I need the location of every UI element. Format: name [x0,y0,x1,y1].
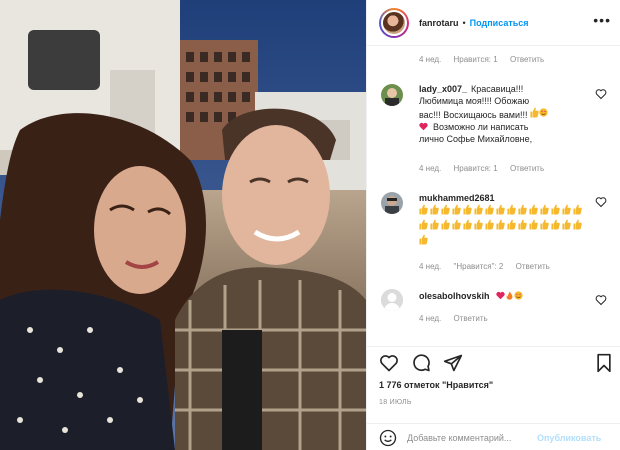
separator-dot: • [462,17,466,28]
red-heart-emoji-icon [496,291,505,300]
reply-button[interactable]: Ответить [510,55,544,64]
comment-meta: 4 нед. Нравится: 1 Ответить [419,164,554,173]
comment-likes[interactable]: "Нравится": 2 [454,262,504,271]
heart-icon[interactable] [379,353,399,373]
thumbs-up-emoji-icon [419,204,428,215]
red-heart-emoji-icon [419,122,428,131]
add-comment-bar: Опубликовать [367,423,620,450]
comment-username[interactable]: lady_x007_ [419,84,467,94]
thumbs-up-emoji-icon [496,219,505,230]
comment-time: 4 нед. [419,55,442,64]
thumbs-up-emoji-icon [562,219,571,230]
thumbs-up-emoji-icon [430,204,439,215]
comment-meta: 4 нед. Нравится: 1 Ответить [419,55,554,64]
thumbs-up-emoji-icon [474,204,483,215]
comment-likes[interactable]: Нравится: 1 [454,164,498,173]
comment-meta: 4 нед. "Нравится": 2 Ответить [419,262,560,271]
like-comment-heart-icon[interactable] [595,196,607,208]
post-header: fanrotaru • Подписаться ••• [367,0,620,46]
likes-count[interactable]: 1 776 отметок "Нравится" [379,380,493,390]
thumbs-up-emoji-icon [441,204,450,215]
thumbs-up-emoji-icon [551,219,560,230]
post-date: 18 ИЮЛЬ [379,399,412,406]
comment-text: lady_x007_ Красавица!!! Любимица моя!!!! … [419,83,589,145]
comment-line: Возможно ли написать [433,122,529,132]
comment-time: 4 нед. [419,262,442,271]
thumbs-up-emoji-icon [573,204,582,215]
thumbs-up-emoji-icon [485,204,494,215]
thumbs-up-emoji-icon [530,107,539,118]
comment-text: olesabolhovskih [419,290,589,302]
reply-button[interactable]: Ответить [510,164,544,173]
thumbs-up-emoji-icon [441,219,450,230]
like-comment-heart-icon[interactable] [595,294,607,306]
thumbs-up-emoji-icon [419,219,428,230]
author-avatar[interactable] [379,7,409,38]
heart-eyes-emoji-icon [514,291,523,300]
emoji-icon[interactable] [379,429,397,447]
thumbs-up-emoji-icon [507,204,516,215]
fire-emoji-icon [506,291,513,300]
commenter-avatar[interactable] [381,84,403,106]
comment-line: Красавица!!! [471,84,524,94]
post-actions: 1 776 отметок "Нравится" 18 ИЮЛЬ Опублик… [367,346,620,450]
thumbs-up-emoji-icon [452,219,461,230]
thumbs-emoji-row [419,204,589,248]
thumbs-up-emoji-icon [496,204,505,215]
reply-button[interactable]: Ответить [516,262,550,271]
selfie-illustration [0,0,366,450]
bookmark-icon[interactable] [595,353,613,373]
thumbs-up-emoji-icon [452,204,461,215]
thumbs-up-emoji-icon [463,204,472,215]
comments-list[interactable]: 4 нед. Нравится: 1 Ответить lady_x007_ Кр… [367,46,620,346]
reply-button[interactable]: Ответить [454,314,488,323]
comment-input[interactable] [407,432,535,443]
follow-button[interactable]: Подписаться [470,18,529,28]
thumbs-up-emoji-icon [540,219,549,230]
publish-button[interactable]: Опубликовать [537,433,601,443]
thumbs-up-emoji-icon [573,219,582,230]
thumbs-up-emoji-icon [518,219,527,230]
thumbs-up-emoji-icon [463,219,472,230]
thumbs-up-emoji-icon [518,204,527,215]
comment-username[interactable]: olesabolhovskih [419,291,490,301]
thumbs-up-emoji-icon [419,234,428,245]
thumbs-up-emoji-icon [474,219,483,230]
comment-likes[interactable]: Нравится: 1 [454,55,498,64]
thumbs-up-emoji-icon [507,219,516,230]
post-photo[interactable] [0,0,366,450]
comment-time: 4 нед. [419,164,442,173]
post-details-panel: fanrotaru • Подписаться ••• 4 нед. Нрави… [366,0,620,450]
thumbs-up-emoji-icon [540,204,549,215]
thumbs-up-emoji-icon [485,219,494,230]
comment-text: mukhammed2681 [419,192,589,248]
comment-username[interactable]: mukhammed2681 [419,193,495,203]
thumbs-up-emoji-icon [529,204,538,215]
author-username[interactable]: fanrotaru [419,18,459,28]
thumbs-up-emoji-icon [551,204,560,215]
heart-eyes-emoji-icon [539,108,548,117]
comment-meta: 4 нед. Ответить [419,314,498,323]
comment-time: 4 нед. [419,314,442,323]
comment-line: лично Софье Михайловне, [419,134,533,144]
commenter-avatar[interactable] [381,289,403,311]
thumbs-up-emoji-icon [562,204,571,215]
comment-icon[interactable] [411,353,431,373]
comment-line: вас!!! Восхищаюсь вами!!! [419,110,528,120]
like-comment-heart-icon[interactable] [595,88,607,100]
thumbs-up-emoji-icon [529,219,538,230]
share-icon[interactable] [443,353,463,373]
comment-line: Любимица моя!!!! Обожаю [419,96,530,106]
thumbs-up-emoji-icon [430,219,439,230]
commenter-avatar[interactable] [381,192,403,214]
more-icon[interactable]: ••• [593,13,611,27]
